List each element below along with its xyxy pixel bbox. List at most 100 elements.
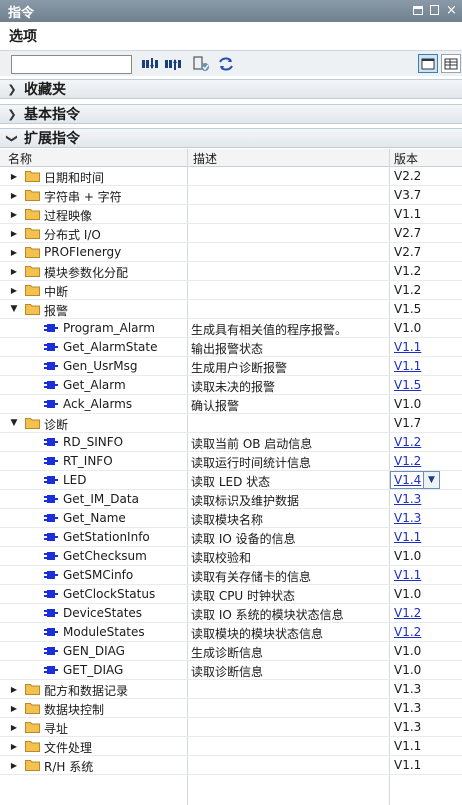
instruction-name: GEN_DIAG — [63, 644, 125, 658]
folder-row[interactable]: ▶ 寻址 V1.3 — [0, 718, 462, 737]
search-down-icon[interactable] — [141, 55, 159, 73]
version-link[interactable]: V1.1 — [394, 359, 421, 373]
expand-right-icon[interactable]: ▶ — [9, 267, 19, 276]
version-link[interactable]: V1.3 — [394, 492, 421, 506]
instruction-row[interactable]: GetClockStatus 读取 CPU 时钟状态 V1.0 — [0, 585, 462, 604]
version-link[interactable]: V1.2 — [394, 625, 421, 639]
instruction-row[interactable]: Ack_Alarms 确认报警 V1.0 — [0, 395, 462, 414]
expand-right-icon[interactable]: ▶ — [9, 685, 19, 694]
instruction-name: LED — [63, 473, 87, 487]
version-text: V1.1 — [394, 739, 422, 753]
view-details-icon[interactable] — [441, 54, 461, 73]
folder-icon — [25, 171, 40, 182]
version-text: V2.2 — [394, 169, 422, 183]
instruction-block-icon — [44, 533, 58, 541]
expand-right-icon[interactable]: ▶ — [9, 210, 19, 219]
version-link[interactable]: V1.5 — [394, 378, 421, 392]
column-version[interactable]: 版本 — [394, 150, 418, 167]
column-name[interactable]: 名称 — [8, 150, 32, 167]
version-text: V2.7 — [394, 245, 422, 259]
version-link[interactable]: V1.2 — [394, 606, 421, 620]
version-link[interactable]: V1.2 — [394, 454, 421, 468]
folder-name: 分布式 I/O — [44, 228, 101, 242]
instruction-row[interactable]: LED 读取 LED 状态 V1.4 ▼ — [0, 471, 462, 490]
expand-right-icon[interactable]: ▶ — [9, 286, 19, 295]
column-header: 名称 描述 版本 — [0, 149, 462, 167]
instruction-row[interactable]: Get_AlarmState 输出报警状态 V1.1 — [0, 338, 462, 357]
instruction-row[interactable]: RT_INFO 读取运行时间统计信息 V1.2 — [0, 452, 462, 471]
instruction-row[interactable]: Program_Alarm 生成具有相关值的程序报警。 V1.0 — [0, 319, 462, 338]
expand-right-icon[interactable]: ▶ — [9, 191, 19, 200]
folder-row[interactable]: ▼ 报警 V1.5 — [0, 300, 462, 319]
instruction-description: 生成用户诊断报警 — [191, 361, 288, 375]
folder-row[interactable]: ▶ R/H 系统 V1.1 — [0, 756, 462, 775]
view-list-icon[interactable] — [418, 54, 438, 73]
folder-row[interactable]: ▶ 配方和数据记录 V1.3 — [0, 680, 462, 699]
expand-down-icon[interactable]: ▼ — [9, 418, 19, 428]
dropdown-arrow-icon[interactable]: ▼ — [423, 471, 440, 489]
column-description[interactable]: 描述 — [193, 150, 217, 167]
instruction-block-icon — [44, 666, 58, 674]
instruction-name: GetSMCinfo — [63, 568, 134, 582]
instruction-row[interactable]: GetStationInfo 读取 IO 设备的信息 V1.1 — [0, 528, 462, 547]
instruction-row[interactable]: ModuleStates 读取模块的模块状态信息 V1.2 — [0, 623, 462, 642]
section-favorites[interactable]: ❯ 收藏夹 — [0, 79, 462, 99]
expand-right-icon[interactable]: ▶ — [9, 723, 19, 732]
instruction-row[interactable]: DeviceStates 读取 IO 系统的模块状态信息 V1.2 — [0, 604, 462, 623]
expand-right-icon[interactable]: ▶ — [9, 248, 19, 257]
instruction-description: 读取诊断信息 — [191, 665, 264, 679]
pin-icon[interactable] — [411, 3, 424, 17]
folder-row[interactable]: ▶ 中断 V1.2 — [0, 281, 462, 300]
folder-row[interactable]: ▶ 过程映像 V1.1 — [0, 205, 462, 224]
folder-row[interactable]: ▶ 分布式 I/O V2.7 — [0, 224, 462, 243]
folder-icon — [25, 190, 40, 201]
expand-right-icon[interactable]: ▶ — [9, 761, 19, 770]
verify-icon[interactable] — [193, 55, 211, 73]
instruction-row[interactable]: GET_DIAG 读取诊断信息 V1.0 — [0, 661, 462, 680]
expand-right-icon[interactable]: ▶ — [9, 704, 19, 713]
version-link[interactable]: V1.2 — [394, 435, 421, 449]
version-text: V1.2 — [394, 264, 422, 278]
version-link[interactable]: V1.1 — [394, 568, 421, 582]
options-header[interactable]: 选项 — [0, 22, 462, 50]
instruction-row[interactable]: GetChecksum 读取校验和 V1.0 — [0, 547, 462, 566]
expand-right-icon[interactable]: ▶ — [9, 742, 19, 751]
folder-row[interactable]: ▶ 文件处理 V1.1 — [0, 737, 462, 756]
instruction-block-icon — [44, 476, 58, 484]
expand-down-icon[interactable]: ▼ — [9, 304, 19, 314]
folder-row[interactable]: ▶ 字符串 + 字符 V3.7 — [0, 186, 462, 205]
instruction-row[interactable]: Get_Name 读取模块名称 V1.3 — [0, 509, 462, 528]
folder-row[interactable]: ▶ 数据块控制 V1.3 — [0, 699, 462, 718]
instruction-row[interactable]: GEN_DIAG 生成诊断信息 V1.0 — [0, 642, 462, 661]
close-icon[interactable]: × — [445, 3, 458, 17]
instruction-row[interactable]: Get_Alarm 读取未决的报警 V1.5 — [0, 376, 462, 395]
refresh-icon[interactable] — [217, 55, 235, 73]
version-link[interactable]: V1.1 — [394, 340, 421, 354]
folder-icon — [25, 722, 40, 733]
instruction-description: 确认报警 — [191, 399, 240, 413]
version-text: V1.7 — [394, 416, 422, 430]
instruction-row[interactable]: RD_SINFO 读取当前 OB 启动信息 V1.2 — [0, 433, 462, 452]
section-basic-instructions[interactable]: ❯ 基本指令 — [0, 104, 462, 124]
float-window-icon[interactable] — [428, 3, 441, 17]
search-up-icon[interactable] — [164, 55, 182, 73]
instruction-row[interactable]: GetSMCinfo 读取有关存储卡的信息 V1.1 — [0, 566, 462, 585]
instruction-row[interactable]: Get_IM_Data 读取标识及维护数据 V1.3 — [0, 490, 462, 509]
version-link[interactable]: V1.3 — [394, 511, 421, 525]
instruction-row[interactable]: Gen_UsrMsg 生成用户诊断报警 V1.1 — [0, 357, 462, 376]
folder-row[interactable]: ▶ 模块参数化分配 V1.2 — [0, 262, 462, 281]
section-extended-instructions[interactable]: ❯ 扩展指令 — [0, 128, 462, 148]
folder-row[interactable]: ▼ 诊断 V1.7 — [0, 414, 462, 433]
expand-right-icon[interactable]: ▶ — [9, 229, 19, 238]
search-input[interactable] — [11, 55, 132, 74]
folder-row[interactable]: ▶ 日期和时间 V2.2 — [0, 167, 462, 186]
folder-row[interactable]: ▶ PROFIenergy V2.7 — [0, 243, 462, 262]
instruction-block-icon — [44, 362, 58, 370]
version-link[interactable]: V1.1 — [394, 530, 421, 544]
version-link[interactable]: V1.4 — [394, 473, 421, 487]
instruction-name: GET_DIAG — [63, 663, 124, 677]
instruction-block-icon — [44, 628, 58, 636]
folder-icon — [25, 741, 40, 752]
expand-right-icon[interactable]: ▶ — [9, 172, 19, 181]
chevron-down-icon: ❯ — [5, 133, 19, 143]
